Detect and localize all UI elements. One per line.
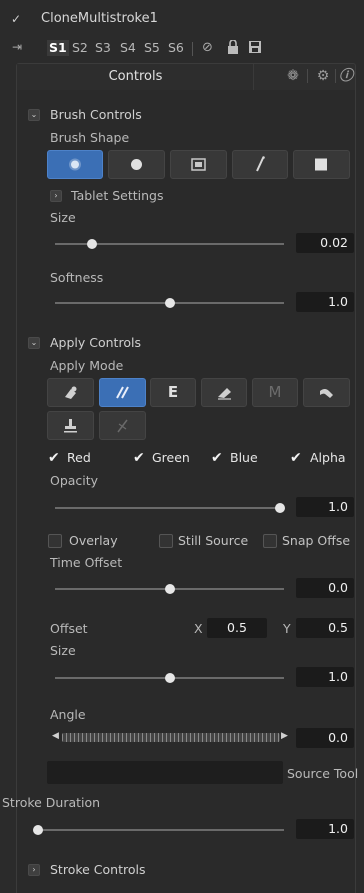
still-source-label: Still Source [178,533,249,548]
red-checkbox[interactable]: ✔ [48,451,62,465]
stroke-controls-header: Stroke Controls [50,862,146,877]
tab-divider [307,69,308,83]
blue-checkbox[interactable]: ✔ [211,451,225,465]
tablet-settings-header: Tablet Settings [71,188,164,203]
brush-size-label: Size [50,210,76,225]
opacity-label: Opacity [50,473,99,488]
offset-x-label: X [194,621,203,636]
apply-stamp-button[interactable] [47,411,94,440]
angle-thumbwheel[interactable] [62,733,280,742]
apply-controls-collapse-icon[interactable]: ⌄ [28,337,40,349]
angle-decrement-icon[interactable]: ◀ [52,731,59,741]
offset-y-label: Y [283,621,291,636]
image-brush-button[interactable] [170,150,227,179]
apply-erase-button[interactable] [201,378,247,407]
slot-s4[interactable]: S4 [120,40,136,56]
green-checkbox[interactable]: ✔ [133,451,147,465]
stroke-duration-slider-handle[interactable] [33,825,43,835]
offset-label: Offset [50,621,88,636]
modifiers-tab-icon[interactable]: ❁ [283,66,303,86]
time-offset-slider-handle[interactable] [164,584,175,594]
apply-smear-button[interactable] [303,378,350,407]
alpha-checkbox[interactable]: ✔ [290,451,304,465]
tool-name: CloneMultistroke1 [41,11,158,26]
brush-size-value[interactable]: 0.02 [296,233,354,253]
circle-brush-button[interactable] [108,150,165,179]
stroke-duration-slider[interactable] [34,829,284,831]
apply-wire-button[interactable] [99,411,146,440]
overlay-label: Overlay [69,533,118,548]
soft-brush-button[interactable] [47,150,103,179]
source-tool-field[interactable] [47,761,283,784]
offset-y-value[interactable]: 0.5 [296,618,354,638]
square-brush-button[interactable] [293,150,350,179]
angle-label: Angle [50,707,86,722]
stroke-controls-expand-icon[interactable]: › [28,864,40,876]
overlay-checkbox[interactable] [48,534,62,548]
red-label: Red [67,450,91,465]
softness-value[interactable]: 1.0 [296,292,354,312]
brush-shape-label: Brush Shape [50,130,130,145]
tab-controls-label: Controls [108,69,163,84]
angle-increment-icon[interactable]: ▶ [281,731,288,741]
apply-emboss-button[interactable]: E [150,378,196,407]
alpha-label: Alpha [310,450,346,465]
info-tab-icon[interactable]: ⓘ [336,66,356,86]
slot-s6[interactable]: S6 [168,40,184,56]
green-label: Green [152,450,190,465]
slot-divider [192,42,193,56]
softness-label: Softness [50,270,104,285]
softness-slider-handle[interactable] [164,298,175,308]
collapse-tool-icon[interactable]: ✓ [11,12,21,26]
lock-icon[interactable] [227,40,239,54]
tablet-settings-expand-icon[interactable]: › [50,190,62,202]
settings-tab-icon[interactable]: ⚙ [313,66,333,86]
pin-icon[interactable]: ⇥ [12,40,22,54]
source-tool-label: Source Tool [287,766,359,781]
snap-offset-checkbox[interactable] [263,534,277,548]
apply-size-label: Size [50,643,76,658]
angle-value[interactable]: 0.0 [296,728,354,748]
slot-s1[interactable]: S1 [47,40,69,56]
slot-s2[interactable]: S2 [72,40,88,56]
apply-merge-button[interactable]: M [252,378,298,407]
apply-size-slider-handle[interactable] [164,673,175,683]
opacity-slider-handle[interactable] [275,503,285,513]
brush-controls-header: Brush Controls [50,107,142,122]
apply-controls-header: Apply Controls [50,335,141,350]
apply-color-button[interactable] [47,378,94,407]
snap-offset-label: Snap Offse [282,533,351,548]
opacity-slider[interactable] [55,507,284,509]
offset-x-value[interactable]: 0.5 [207,618,267,638]
still-source-checkbox[interactable] [159,534,173,548]
brush-controls-collapse-icon[interactable]: ⌄ [28,109,40,121]
apply-mode-label: Apply Mode [50,358,124,373]
stroke-duration-label: Stroke Duration [2,795,101,810]
apply-clone-button[interactable] [99,378,146,407]
save-icon[interactable] [249,41,261,53]
opacity-value[interactable]: 1.0 [296,497,354,517]
slot-s3[interactable]: S3 [95,40,111,56]
single-pixel-brush-button[interactable] [232,150,288,179]
bypass-icon[interactable]: ⊘ [202,40,213,55]
blue-label: Blue [230,450,258,465]
time-offset-label: Time Offset [50,555,123,570]
apply-size-value[interactable]: 1.0 [296,667,354,687]
slot-s5[interactable]: S5 [144,40,160,56]
stroke-duration-value[interactable]: 1.0 [296,819,354,839]
time-offset-value[interactable]: 0.0 [296,578,354,598]
